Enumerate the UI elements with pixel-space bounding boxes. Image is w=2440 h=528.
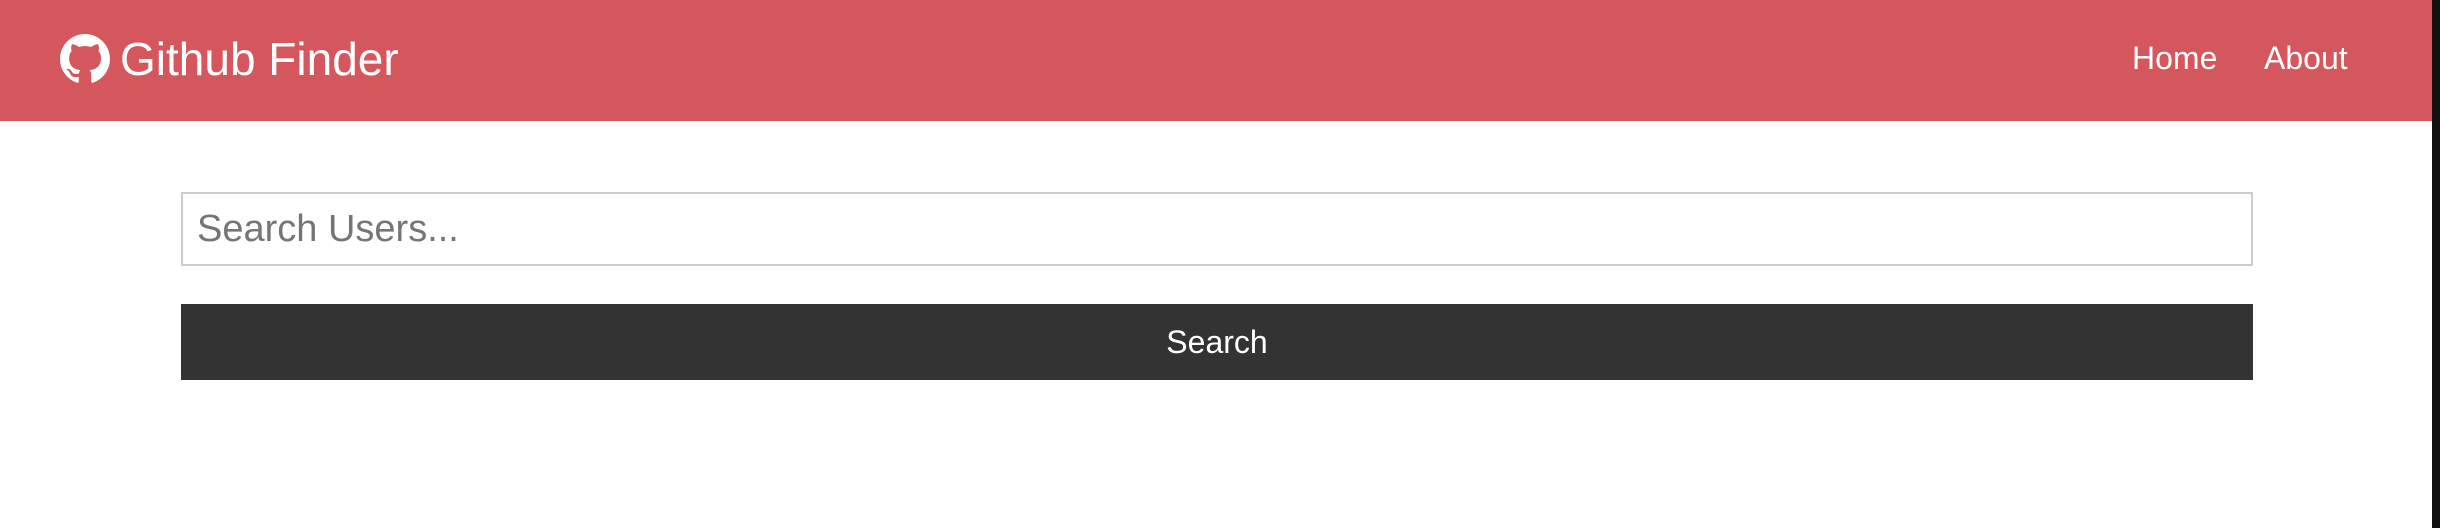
github-icon: [60, 34, 110, 84]
window-edge: [2432, 0, 2440, 528]
nav-about-link[interactable]: About: [2264, 38, 2348, 78]
search-button[interactable]: Search: [181, 304, 2253, 380]
nav-home-link[interactable]: Home: [2132, 38, 2217, 78]
brand[interactable]: Github Finder: [60, 29, 399, 89]
search-input[interactable]: [181, 192, 2253, 266]
navbar: Github Finder Home About: [0, 0, 2440, 121]
brand-title: Github Finder: [120, 33, 399, 85]
